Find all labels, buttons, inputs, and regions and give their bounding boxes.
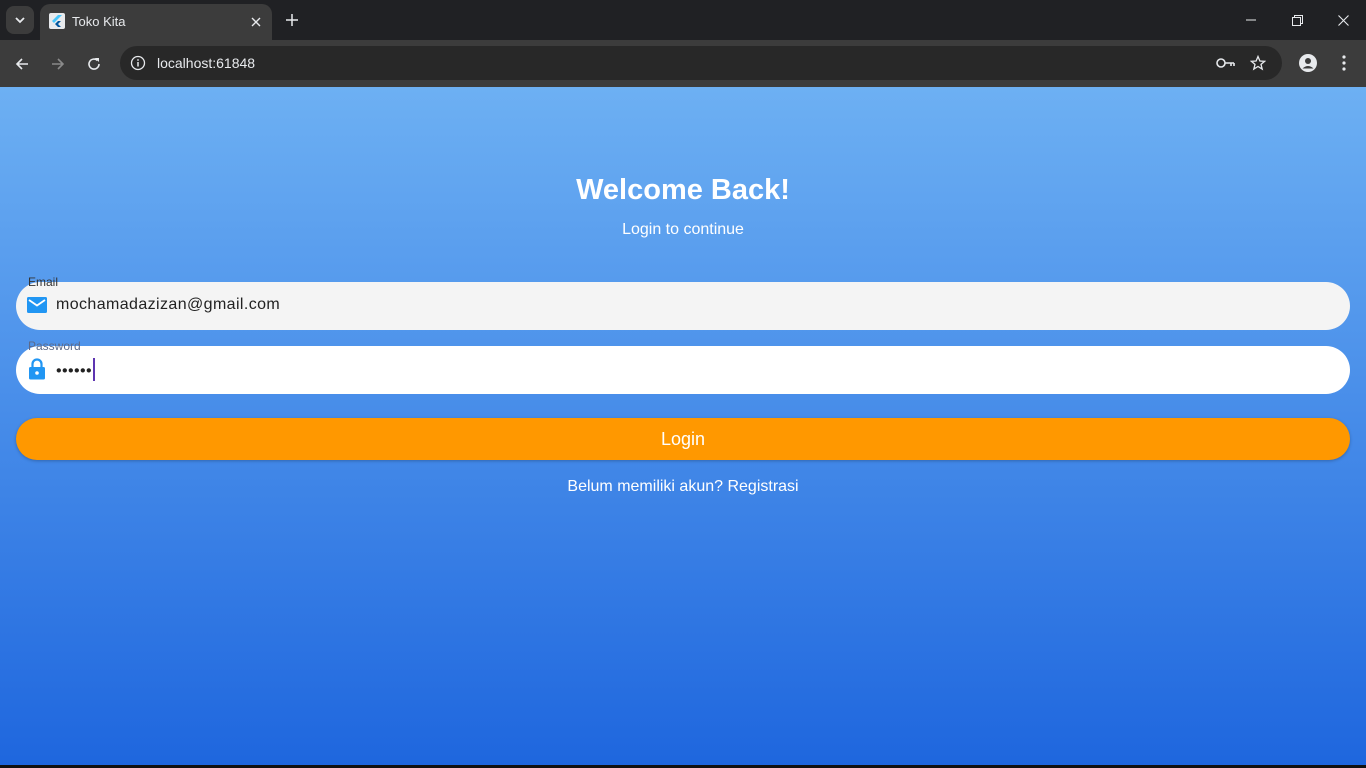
tab-title: Toko Kita <box>72 14 126 29</box>
flutter-favicon-icon <box>49 13 65 29</box>
browser-menu-button[interactable] <box>1334 51 1354 75</box>
browser-titlebar: Toko Kita <box>0 0 1366 40</box>
forward-button[interactable] <box>46 52 70 76</box>
arrow-right-icon <box>52 58 65 70</box>
text-cursor <box>93 358 96 381</box>
password-value: •••••• <box>56 358 96 383</box>
address-bar[interactable]: localhost:61848 <box>120 46 1282 80</box>
page-subtitle: Login to continue <box>622 221 744 238</box>
plus-icon <box>286 14 298 26</box>
email-icon <box>26 294 48 316</box>
reload-button[interactable] <box>82 52 106 76</box>
close-window-button[interactable] <box>1333 10 1353 30</box>
page-title: Welcome Back! <box>576 174 790 206</box>
email-field[interactable]: mochamadazizan@gmail.com <box>16 282 1350 330</box>
restore-button[interactable] <box>1287 10 1307 30</box>
key-icon <box>1216 58 1235 68</box>
new-tab-button[interactable] <box>282 10 302 30</box>
close-icon <box>251 17 261 27</box>
chevron-down-icon <box>15 17 25 24</box>
email-value: mochamadazizan@gmail.com <box>56 296 281 313</box>
close-icon <box>1337 14 1349 26</box>
more-vertical-icon <box>1342 55 1346 71</box>
tab-search-button[interactable] <box>6 6 34 34</box>
password-manager-button[interactable] <box>1216 53 1236 73</box>
profile-button[interactable] <box>1296 51 1320 75</box>
browser-tab[interactable]: Toko Kita <box>40 4 272 40</box>
url-text: localhost:61848 <box>157 55 256 71</box>
tab-close-button[interactable] <box>246 12 266 32</box>
lock-icon <box>26 358 48 380</box>
email-label: Email <box>28 275 59 289</box>
login-page: Welcome Back! Login to continue Email mo… <box>0 87 1366 768</box>
reload-icon <box>88 58 100 70</box>
star-icon <box>1250 55 1266 71</box>
site-info-button[interactable] <box>128 53 148 73</box>
bookmark-button[interactable] <box>1248 53 1268 73</box>
back-button[interactable] <box>10 52 34 76</box>
restore-icon <box>1291 14 1303 26</box>
avatar-icon <box>1299 54 1317 72</box>
arrow-left-icon <box>15 58 28 70</box>
browser-toolbar: localhost:61848 <box>0 40 1366 87</box>
info-icon <box>130 55 146 71</box>
minimize-button[interactable] <box>1241 10 1261 30</box>
login-button[interactable]: Login <box>16 418 1350 460</box>
register-link[interactable]: Belum memiliki akun? Registrasi <box>0 478 1366 496</box>
minimize-icon <box>1246 19 1256 21</box>
password-field[interactable]: •••••• <box>16 346 1350 394</box>
password-label: Password <box>28 339 81 353</box>
